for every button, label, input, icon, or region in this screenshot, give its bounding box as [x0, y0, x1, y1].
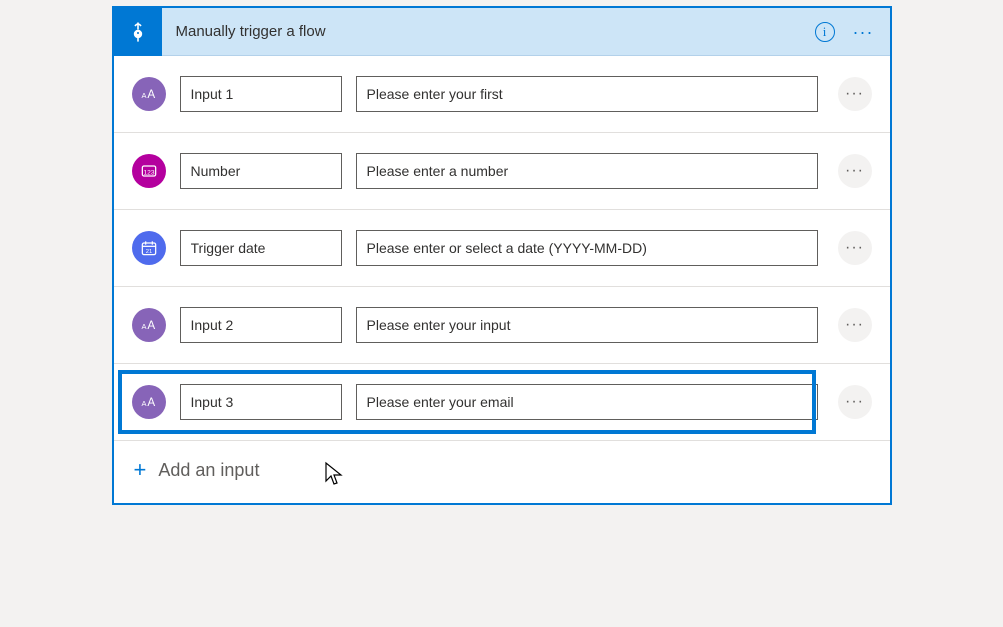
svg-text:A: A	[147, 319, 155, 332]
input-row: AA ···	[114, 56, 890, 133]
input-description-field[interactable]	[356, 153, 818, 189]
header-actions: i ···	[815, 22, 890, 42]
svg-text:21: 21	[145, 249, 151, 255]
add-input-button[interactable]: + Add an input	[114, 440, 890, 503]
input-name-field[interactable]	[180, 307, 342, 343]
cursor-icon	[324, 461, 344, 487]
input-description-field[interactable]	[356, 230, 818, 266]
input-description-field[interactable]	[356, 384, 818, 420]
row-menu-icon[interactable]: ···	[838, 231, 872, 265]
number-icon: 123	[132, 154, 166, 188]
row-menu-icon[interactable]: ···	[838, 308, 872, 342]
svg-text:A: A	[141, 399, 146, 408]
add-input-label: Add an input	[158, 460, 259, 481]
text-icon: AA	[132, 385, 166, 419]
card-header: Manually trigger a flow i ···	[114, 8, 890, 56]
input-row: 123 ···	[114, 133, 890, 210]
input-name-field[interactable]	[180, 230, 342, 266]
input-description-field[interactable]	[356, 76, 818, 112]
input-name-field[interactable]	[180, 384, 342, 420]
trigger-card: Manually trigger a flow i ··· AA···123··…	[112, 6, 892, 505]
input-row: AA ···	[114, 287, 890, 364]
trigger-icon	[114, 8, 162, 56]
svg-text:A: A	[141, 322, 146, 331]
input-row: AA ···	[114, 364, 890, 440]
info-icon[interactable]: i	[815, 22, 835, 42]
row-menu-icon[interactable]: ···	[838, 77, 872, 111]
input-row: 21 ···	[114, 210, 890, 287]
text-icon: AA	[132, 77, 166, 111]
plus-icon: +	[134, 459, 147, 481]
row-menu-icon[interactable]: ···	[838, 154, 872, 188]
calendar-icon: 21	[132, 231, 166, 265]
card-title: Manually trigger a flow	[162, 23, 815, 40]
input-rows: AA···123···21···AA···AA···	[114, 56, 890, 440]
input-description-field[interactable]	[356, 307, 818, 343]
card-menu-icon[interactable]: ···	[853, 23, 874, 41]
svg-text:A: A	[141, 91, 146, 100]
svg-text:A: A	[147, 396, 155, 409]
svg-text:A: A	[147, 88, 155, 101]
row-menu-icon[interactable]: ···	[838, 385, 872, 419]
input-name-field[interactable]	[180, 76, 342, 112]
input-name-field[interactable]	[180, 153, 342, 189]
text-icon: AA	[132, 308, 166, 342]
svg-text:123: 123	[143, 169, 154, 176]
